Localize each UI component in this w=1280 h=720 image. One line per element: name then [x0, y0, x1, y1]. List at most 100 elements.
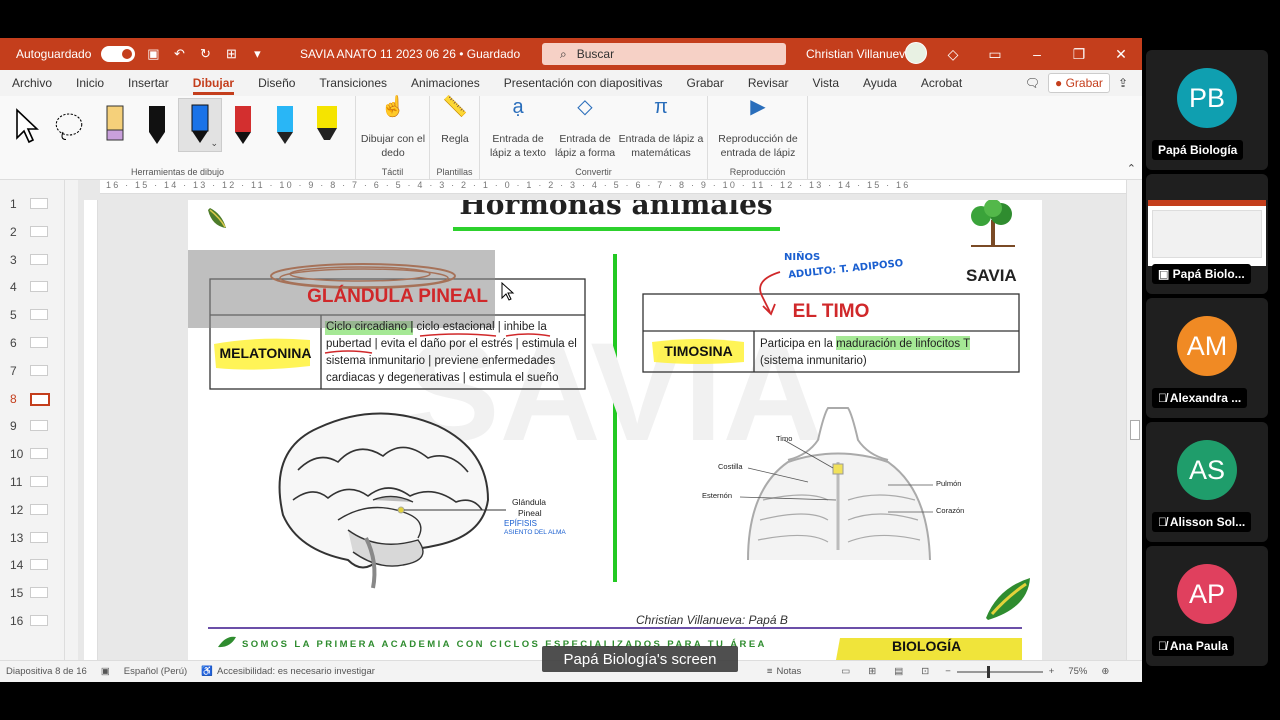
- slide-number: 16: [10, 614, 24, 628]
- slide-scrollbar[interactable]: [1126, 180, 1142, 660]
- participant-tile[interactable]: AS 🎙̸ Alisson Sol...: [1146, 422, 1268, 542]
- collapse-ribbon-icon[interactable]: ⌃: [1127, 162, 1136, 175]
- tab-diseno[interactable]: Diseño: [246, 76, 307, 90]
- avatar: AM: [1177, 316, 1237, 376]
- slide-thumbnail[interactable]: 12: [0, 500, 64, 520]
- tab-inicio[interactable]: Inicio: [64, 76, 116, 90]
- zoom-slider[interactable]: [956, 665, 1043, 678]
- maximize-icon[interactable]: ❐: [1058, 46, 1100, 63]
- slide-thumbnail[interactable]: 3: [0, 250, 64, 270]
- melatonina-description[interactable]: Ciclo circadiano | ciclo estacional | in…: [326, 319, 582, 387]
- zoom-slider-thumb[interactable]: [986, 665, 990, 678]
- comments-icon[interactable]: 🗨: [1025, 76, 1040, 90]
- slide-thumbnail[interactable]: 2: [0, 222, 64, 242]
- normal-view-icon[interactable]: ▭: [841, 666, 850, 677]
- horizontal-ruler: 16 · 15 · 14 · 13 · 12 · 11 · 10 · 9 · 8…: [100, 180, 1130, 194]
- minimize-icon[interactable]: –: [1016, 46, 1058, 62]
- slide-thumbnail[interactable]: 8: [0, 389, 64, 409]
- redo-icon[interactable]: ↻: [197, 46, 213, 62]
- zoom-level[interactable]: 75%: [1068, 666, 1087, 677]
- search-box[interactable]: ⌕ Buscar: [542, 43, 786, 65]
- diamond-icon[interactable]: ◇: [932, 46, 974, 63]
- tab-grabar[interactable]: Grabar: [674, 76, 735, 90]
- tab-animaciones[interactable]: Animaciones: [399, 76, 492, 90]
- slide-thumbnail[interactable]: 6: [0, 333, 64, 353]
- tab-transiciones[interactable]: Transiciones: [307, 76, 399, 90]
- thumbnails-scrollbar[interactable]: [64, 180, 78, 660]
- ribbon-display-icon[interactable]: ▭: [974, 46, 1016, 63]
- slide-thumbnail[interactable]: 15: [0, 583, 64, 603]
- participant-tile[interactable]: PB Papá Biología: [1146, 50, 1268, 170]
- entrada-matematicas-button[interactable]: π Entrada de lápiz a matemáticas: [618, 97, 704, 160]
- slide-thumbnail[interactable]: 13: [0, 528, 64, 548]
- slide-thumbnail[interactable]: 7: [0, 361, 64, 381]
- autosave-toggle[interactable]: [101, 46, 136, 62]
- tab-archivo[interactable]: Archivo: [0, 76, 64, 90]
- pineal-header[interactable]: GLÁNDULA PINEAL: [210, 286, 585, 308]
- fit-slide-icon[interactable]: ⊕: [1101, 666, 1109, 677]
- reading-view-icon[interactable]: ▤: [894, 666, 903, 677]
- sorter-view-icon[interactable]: ⊞: [868, 666, 876, 677]
- melatonina-cell[interactable]: MELATONINA: [210, 345, 321, 361]
- highlighter-yellow-icon[interactable]: [312, 104, 342, 148]
- tab-acrobat[interactable]: Acrobat: [909, 76, 974, 90]
- grabar-button[interactable]: ● Grabar: [1047, 73, 1110, 93]
- timo-header[interactable]: EL TIMO: [643, 301, 1019, 323]
- user-avatar[interactable]: [905, 42, 927, 64]
- present-icon[interactable]: ⊞: [223, 46, 239, 62]
- scrollbar-thumb[interactable]: [1130, 420, 1140, 440]
- accessibility-status[interactable]: Accesibilidad: es necesario investigar: [217, 666, 375, 677]
- tab-dibujar[interactable]: Dibujar: [181, 76, 246, 95]
- customize-icon[interactable]: ▾: [249, 46, 265, 62]
- entrada-texto-button[interactable]: ạ Entrada de lápiz a texto: [486, 97, 550, 160]
- dibujar-con-dedo-button[interactable]: ☝ Dibujar con el dedo: [360, 97, 426, 160]
- slide-thumbnail[interactable]: 9: [0, 416, 64, 436]
- slide-thumbnail[interactable]: 16: [0, 611, 64, 631]
- pen-black-icon[interactable]: [100, 104, 130, 148]
- slide-canvas[interactable]: SAVIA Hormonas animales SAVIA GLÁNDULA P…: [188, 200, 1042, 660]
- tab-insertar[interactable]: Insertar: [116, 76, 181, 90]
- close-icon[interactable]: ✕: [1100, 46, 1142, 63]
- lasso-icon[interactable]: [54, 104, 84, 148]
- spelling-icon[interactable]: ▣: [101, 666, 110, 677]
- slide-thumbnail[interactable]: 10: [0, 444, 64, 464]
- slideshow-view-icon[interactable]: ⊡: [921, 666, 929, 677]
- select-arrow-icon[interactable]: [12, 104, 42, 148]
- slide-thumbnail[interactable]: 1: [0, 194, 64, 214]
- zoom-out-icon[interactable]: −: [945, 666, 951, 677]
- slide-thumbnail[interactable]: 5: [0, 305, 64, 325]
- user-name[interactable]: Christian Villanueva: [806, 47, 912, 61]
- tab-ayuda[interactable]: Ayuda: [851, 76, 909, 90]
- tab-revisar[interactable]: Revisar: [736, 76, 801, 90]
- chevron-down-icon[interactable]: ⌄: [210, 138, 218, 149]
- tab-presentacion[interactable]: Presentación con diapositivas: [492, 76, 675, 90]
- pencil-lightblue-icon[interactable]: [270, 104, 300, 148]
- tab-vista[interactable]: Vista: [801, 76, 851, 90]
- regla-button[interactable]: 📏 Regla: [434, 97, 476, 146]
- document-title[interactable]: SAVIA ANATO 11 2023 06 26 • Guardado: [300, 47, 520, 61]
- notes-button[interactable]: Notas: [776, 666, 801, 677]
- timosina-cell[interactable]: TIMOSINA: [643, 343, 754, 359]
- participant-name: 🎙̸ Alexandra ...: [1152, 388, 1248, 408]
- participant-tile[interactable]: AM 🎙̸ Alexandra ...: [1146, 298, 1268, 418]
- entrada-forma-button[interactable]: ◇ Entrada de lápiz a forma: [552, 97, 618, 160]
- save-icon[interactable]: ▣: [145, 46, 161, 62]
- undo-icon[interactable]: ↶: [171, 46, 187, 62]
- slide-thumbnail[interactable]: 11: [0, 472, 64, 492]
- timosina-description[interactable]: Participa en la maduración de linfocitos…: [760, 336, 1010, 370]
- pen-dark-icon[interactable]: [142, 104, 172, 148]
- reproduccion-button[interactable]: ▶ Reproducción de entrada de lápiz: [712, 97, 804, 160]
- mouse-cursor-icon: [501, 282, 515, 301]
- zoom-in-icon[interactable]: +: [1049, 666, 1055, 677]
- pen-red-icon[interactable]: [228, 104, 258, 148]
- author-signature: Christian Villanueva: Papá B: [636, 613, 788, 627]
- slide-title[interactable]: Hormonas animales: [450, 200, 782, 221]
- slide-thumbnail[interactable]: 4: [0, 277, 64, 297]
- language-status[interactable]: Español (Perú): [124, 666, 187, 677]
- annotation-ninos: NIÑOS: [784, 252, 821, 263]
- participant-tile[interactable]: AP 🎙̸ Ana Paula: [1146, 546, 1268, 666]
- participant-tile-screen[interactable]: ▣ Papá Biolo...: [1146, 174, 1268, 294]
- pen-blue-selected[interactable]: ⌄: [178, 98, 222, 152]
- slide-thumbnail[interactable]: 14: [0, 555, 64, 575]
- share-icon[interactable]: ⇪: [1118, 76, 1128, 90]
